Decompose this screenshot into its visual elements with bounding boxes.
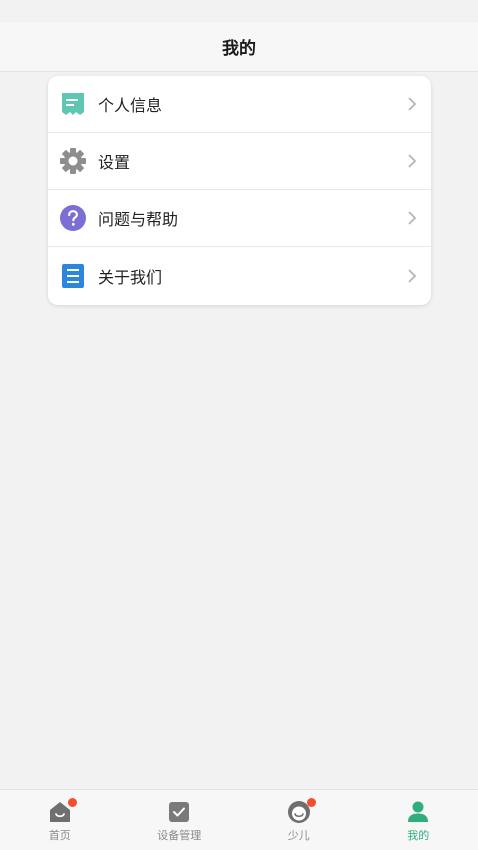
menu-item-label: 个人信息 [98,96,163,115]
chevron-right-icon [405,209,419,227]
page-header: 我的 [0,22,478,72]
chevron-right-icon [405,267,419,285]
tab-label: 我的 [407,829,430,842]
menu-item-about[interactable]: 关于我们 [48,247,431,305]
menu-item-label: 问题与帮助 [98,210,179,229]
tab-device-management[interactable]: 设备管理 [120,790,240,850]
chevron-right-icon [405,152,419,170]
menu-item-settings[interactable]: 设置 [48,133,431,190]
receipt-icon [60,91,86,117]
page-title: 我的 [222,39,256,59]
gear-icon [60,148,86,174]
profile-icon [405,799,431,825]
device-check-icon [166,799,192,825]
menu-item-label: 设置 [98,153,131,172]
notification-badge [67,798,77,807]
question-icon [60,205,86,231]
status-bar [0,0,478,22]
tab-label: 首页 [48,829,71,842]
tab-children[interactable]: 少儿 [239,790,359,850]
menu-card: 个人信息 设置 问题与帮助 关于我们 [48,76,431,305]
tab-home[interactable]: 首页 [0,790,120,850]
home-icon [47,798,77,825]
child-face-icon [286,798,316,825]
tab-mine[interactable]: 我的 [359,790,478,850]
chevron-right-icon [405,95,419,113]
menu-item-help[interactable]: 问题与帮助 [48,190,431,247]
notification-badge [306,798,316,807]
document-list-icon [60,263,86,289]
menu-item-profile[interactable]: 个人信息 [48,76,431,133]
bottom-tab-bar: 首页 设备管理 少儿 我的 [0,789,478,850]
menu-item-label: 关于我们 [98,268,163,287]
tab-label: 少儿 [287,829,310,842]
tab-label: 设备管理 [157,829,202,842]
